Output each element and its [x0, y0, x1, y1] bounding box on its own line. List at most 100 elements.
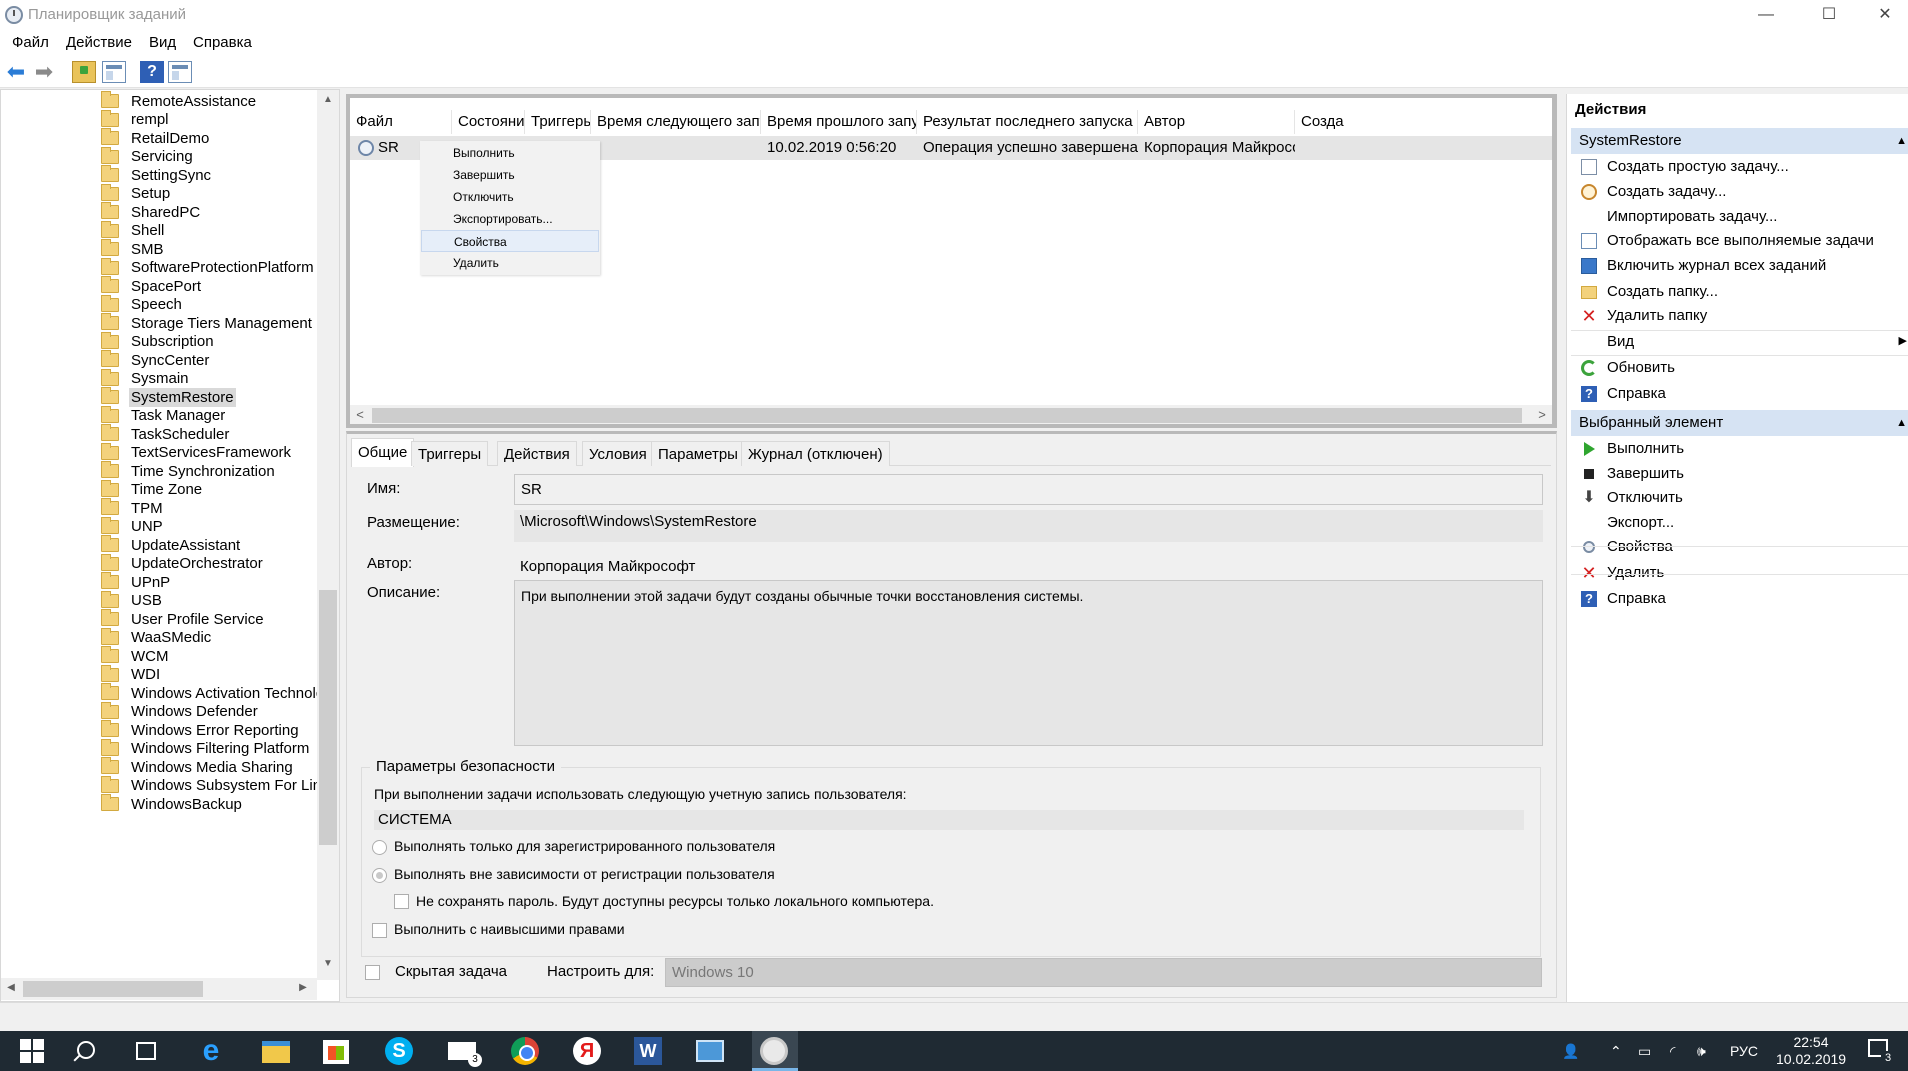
back-arrow-icon[interactable]: ⬅: [4, 61, 28, 83]
action-enable-history[interactable]: Включить журнал всех заданий: [1571, 253, 1908, 278]
tab-triggers[interactable]: Триггеры: [411, 441, 489, 466]
action-view[interactable]: Вид ▶: [1571, 329, 1908, 354]
column-header-created[interactable]: Созда: [1295, 110, 1355, 134]
scrollbar-thumb[interactable]: [319, 590, 337, 845]
action-new-folder[interactable]: Создать папку...: [1571, 279, 1908, 304]
actions-section-systemrestore[interactable]: SystemRestore ▲: [1571, 128, 1908, 154]
column-header-status[interactable]: Состояние: [452, 110, 525, 134]
menu-help[interactable]: Справка: [193, 34, 252, 51]
action-delete[interactable]: ✕ Удалить: [1571, 560, 1908, 585]
task-view-icon[interactable]: [136, 1042, 156, 1060]
action-refresh[interactable]: Обновить: [1571, 355, 1908, 380]
run-whether-logged-on-radio[interactable]: [372, 868, 387, 883]
action-delete-folder[interactable]: ✕ Удалить папку: [1571, 303, 1908, 328]
highest-privileges-checkbox[interactable]: [372, 923, 387, 938]
column-header-last-result[interactable]: Результат последнего запуска: [917, 110, 1138, 134]
forward-arrow-icon[interactable]: ➡: [32, 61, 56, 83]
tree-horizontal-scrollbar[interactable]: ◀ ▶: [1, 978, 317, 1000]
scroll-down-icon[interactable]: ▼: [318, 958, 338, 969]
close-button[interactable]: ✕: [1862, 0, 1908, 30]
file-explorer-icon[interactable]: [262, 1041, 290, 1063]
chrome-icon[interactable]: [511, 1037, 539, 1065]
context-menu-disable[interactable]: Отключить: [421, 186, 599, 208]
task-scheduler-icon[interactable]: [760, 1037, 788, 1065]
volume-icon[interactable]: 🕪: [1697, 1031, 1706, 1071]
context-menu-delete[interactable]: Удалить: [421, 252, 599, 274]
help-icon[interactable]: ?: [140, 61, 164, 83]
yandex-browser-icon[interactable]: Я: [573, 1037, 601, 1065]
menu-view[interactable]: Вид: [149, 34, 176, 51]
context-menu-properties[interactable]: Свойства: [421, 230, 599, 252]
action-create-basic-task[interactable]: Создать простую задачу...: [1571, 154, 1908, 179]
maximize-button[interactable]: ☐: [1806, 0, 1852, 30]
scrollbar-thumb[interactable]: [23, 981, 203, 997]
author-label: Автор:: [367, 555, 413, 572]
column-header-last-run[interactable]: Время прошлого запуска: [761, 110, 917, 134]
show-hide-tree-icon[interactable]: [102, 61, 126, 83]
tab-settings[interactable]: Параметры: [651, 441, 745, 466]
tree-vertical-scrollbar[interactable]: ▲ ▼: [317, 90, 339, 980]
wifi-icon[interactable]: ◜: [1670, 1031, 1675, 1071]
start-icon[interactable]: [18, 1037, 46, 1065]
action-disable[interactable]: ⬇ Отключить: [1571, 485, 1908, 510]
scroll-left-icon[interactable]: ◀: [1, 982, 21, 993]
edge-icon[interactable]: e: [197, 1036, 225, 1066]
word-icon[interactable]: W: [634, 1037, 662, 1065]
action-export[interactable]: Экспорт...: [1571, 510, 1908, 535]
column-header-author[interactable]: Автор: [1138, 110, 1295, 134]
action-run[interactable]: Выполнить: [1571, 436, 1908, 461]
run-icon: [1584, 442, 1595, 456]
context-menu-end[interactable]: Завершить: [421, 164, 599, 186]
action-display-running-tasks[interactable]: Отображать все выполняемые задачи: [1571, 228, 1908, 253]
column-header-triggers[interactable]: Триггеры: [525, 110, 591, 134]
scroll-right-icon[interactable]: ▶: [293, 982, 313, 993]
battery-icon[interactable]: ▭: [1638, 1031, 1651, 1071]
collapse-icon[interactable]: ▲: [1896, 128, 1907, 154]
action-create-task[interactable]: Создать задачу...: [1571, 179, 1908, 204]
tree-folder-item[interactable]: WindowsBackup: [101, 793, 244, 815]
collapse-icon[interactable]: ▲: [1896, 410, 1907, 436]
folder-icon: [101, 294, 119, 312]
task-scheduler-app-icon: [5, 6, 23, 24]
location-label: Размещение:: [367, 514, 460, 531]
description-field[interactable]: При выполнении этой задачи будут созданы…: [514, 580, 1543, 746]
tab-conditions[interactable]: Условия: [582, 441, 654, 466]
action-import-task[interactable]: Импортировать задачу...: [1571, 204, 1908, 229]
folder-tree[interactable]: RemoteAssistance rempl RetailDemo Servicing…: [0, 89, 340, 1002]
scroll-left-icon[interactable]: <: [350, 407, 370, 422]
tab-history[interactable]: Журнал (отключен): [741, 441, 890, 466]
scroll-right-icon[interactable]: >: [1532, 407, 1552, 422]
column-header-next-run[interactable]: Время следующего запуска: [591, 110, 761, 134]
up-folder-icon[interactable]: [72, 61, 96, 83]
action-help[interactable]: ? Справка: [1571, 381, 1908, 406]
context-menu-run[interactable]: Выполнить: [421, 142, 599, 164]
action-help-selected[interactable]: ? Справка: [1571, 586, 1908, 611]
configure-for-select[interactable]: Windows 10: [665, 958, 1542, 987]
name-field[interactable]: SR: [514, 474, 1543, 505]
action-label: Обновить: [1607, 359, 1675, 376]
show-hide-action-pane-icon[interactable]: [168, 61, 192, 83]
context-menu-export[interactable]: Экспортировать...: [421, 208, 599, 230]
remote-desktop-icon[interactable]: [696, 1040, 724, 1062]
menu-file[interactable]: Файл: [12, 34, 49, 51]
menu-action[interactable]: Действие: [66, 34, 132, 51]
store-icon[interactable]: [323, 1040, 349, 1064]
actions-section-selected-item[interactable]: Выбранный элемент ▲: [1571, 410, 1908, 436]
search-icon[interactable]: [77, 1041, 95, 1059]
tab-general[interactable]: Общие: [351, 438, 415, 467]
show-hidden-icons-chevron[interactable]: ⌃: [1610, 1031, 1622, 1071]
do-not-store-password-checkbox[interactable]: [394, 894, 409, 909]
tab-actions[interactable]: Действия: [497, 441, 577, 466]
run-only-logged-on-radio[interactable]: [372, 840, 387, 855]
scrollbar-thumb[interactable]: [372, 408, 1522, 423]
minimize-button[interactable]: —: [1743, 0, 1789, 30]
action-end[interactable]: Завершить: [1571, 461, 1908, 486]
hidden-task-checkbox[interactable]: [365, 965, 380, 980]
people-icon[interactable]: 👤: [1562, 1031, 1579, 1071]
clock[interactable]: 22:54 10.02.2019: [1776, 1034, 1846, 1068]
skype-icon[interactable]: S: [385, 1037, 413, 1065]
task-list-horizontal-scrollbar[interactable]: < >: [350, 405, 1552, 424]
scroll-up-icon[interactable]: ▲: [318, 94, 338, 105]
column-header-name[interactable]: Файл: [350, 110, 452, 134]
language-indicator[interactable]: РУС: [1730, 1031, 1758, 1071]
